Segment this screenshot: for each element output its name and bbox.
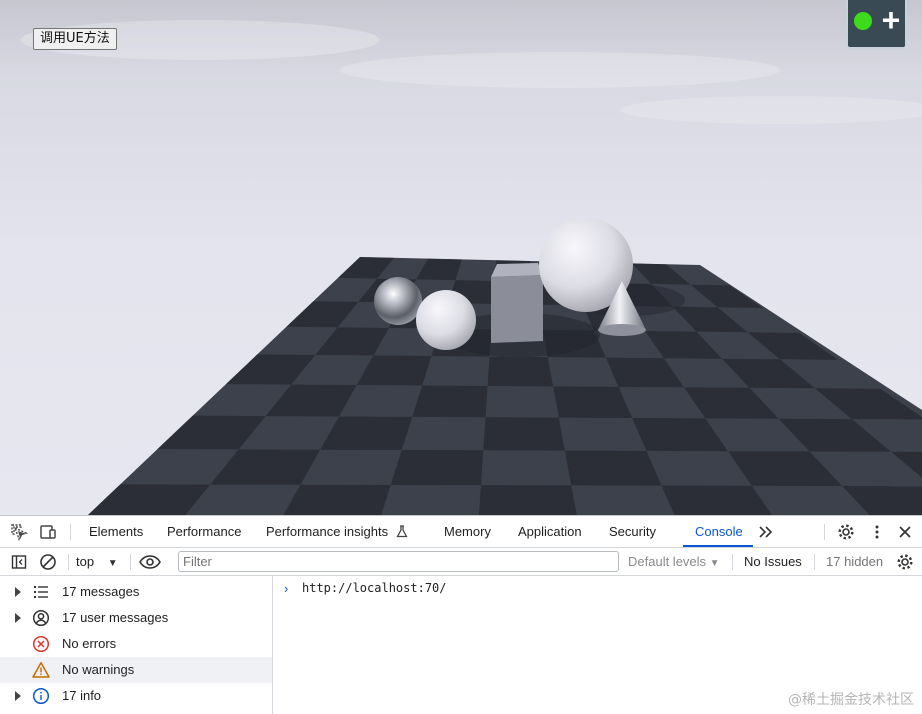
expand-arrow-icon[interactable] xyxy=(15,587,21,597)
divider xyxy=(814,554,815,570)
plus-icon[interactable]: + xyxy=(878,4,904,36)
tab-console[interactable]: Console xyxy=(695,516,743,548)
tab-security[interactable]: Security xyxy=(609,516,656,548)
watermark: @稀土掘金技术社区 xyxy=(788,692,914,708)
devtools-tabbar: Elements Performance Performance insight… xyxy=(0,516,922,548)
white-sphere-small xyxy=(416,290,476,350)
filter-input[interactable] xyxy=(178,551,619,572)
3d-scene xyxy=(0,0,922,515)
expand-arrow-icon[interactable] xyxy=(15,613,21,623)
floor-tile xyxy=(390,450,484,486)
log-levels-dropdown[interactable]: Default levels ▼ xyxy=(628,551,720,573)
issues-button[interactable]: No Issues xyxy=(744,551,802,573)
console-settings-gear-icon[interactable] xyxy=(895,552,915,572)
tab-application[interactable]: Application xyxy=(518,516,582,548)
console-sidebar: 17 messages 17 user messages No errors N… xyxy=(0,576,273,714)
divider xyxy=(824,524,825,540)
context-value: top xyxy=(76,554,95,569)
chrome-sphere xyxy=(374,277,422,325)
device-toolbar-icon[interactable] xyxy=(38,522,58,542)
user-circle-icon xyxy=(32,609,50,627)
floor-tile xyxy=(412,385,488,418)
active-tab-indicator xyxy=(683,545,753,547)
console-output[interactable]: › http://localhost:70/ @稀土掘金技术社区 xyxy=(274,576,922,714)
sidebar-item-label: 17 info xyxy=(62,688,102,703)
stream-control-widget[interactable]: + xyxy=(846,0,907,49)
sidebar-toggle-icon[interactable] xyxy=(9,552,29,572)
kebab-menu-icon[interactable] xyxy=(867,522,887,542)
clear-console-icon[interactable] xyxy=(38,552,58,572)
close-icon[interactable] xyxy=(895,522,915,542)
warning-icon xyxy=(32,661,50,679)
caret-down-icon: ▼ xyxy=(709,558,720,569)
context-select[interactable]: top ▼ xyxy=(76,551,118,573)
ue-viewport[interactable]: 调用UE方法 + xyxy=(0,0,922,515)
tab-label: Performance insights xyxy=(266,524,389,539)
devtools-panel: Elements Performance Performance insight… xyxy=(0,515,922,714)
console-message[interactable]: http://localhost:70/ xyxy=(302,581,447,595)
eye-icon[interactable] xyxy=(138,552,162,572)
sidebar-item-errors[interactable]: No errors xyxy=(0,631,272,657)
call-ue-method-button[interactable]: 调用UE方法 xyxy=(33,28,117,50)
floor-tile xyxy=(553,386,633,418)
sidebar-item-label: 17 messages xyxy=(62,584,140,599)
sidebar-item-info[interactable]: 17 info xyxy=(0,683,272,709)
tab-memory[interactable]: Memory xyxy=(444,516,491,548)
cube xyxy=(491,263,543,343)
sidebar-item-user-messages[interactable]: 17 user messages xyxy=(0,605,272,631)
divider xyxy=(732,554,733,570)
sidebar-item-messages[interactable]: 17 messages xyxy=(0,579,272,605)
console-toolbar: top ▼ Default levels ▼ No Issues 17 hidd… xyxy=(0,548,922,576)
tab-elements[interactable]: Elements xyxy=(89,516,143,548)
chevron-right-icon: › xyxy=(284,581,289,596)
info-icon xyxy=(32,687,50,705)
floor-tile xyxy=(483,417,565,451)
divider xyxy=(70,524,71,540)
error-icon xyxy=(32,635,50,653)
tab-performance[interactable]: Performance xyxy=(167,516,241,548)
sidebar-item-label: No warnings xyxy=(62,662,135,677)
divider xyxy=(68,554,69,570)
caret-down-icon: ▼ xyxy=(107,558,118,569)
tab-performance-insights[interactable]: Performance insights xyxy=(266,516,408,548)
hidden-count: 17 hidden xyxy=(826,554,884,569)
inspect-element-icon[interactable] xyxy=(9,522,29,542)
settings-gear-icon[interactable] xyxy=(836,522,856,542)
connection-status-dot xyxy=(854,12,872,30)
more-tabs-chevron-icon[interactable] xyxy=(756,522,776,542)
sidebar-item-label: No errors xyxy=(62,636,117,651)
sidebar-item-warnings[interactable]: No warnings xyxy=(0,657,272,683)
expand-arrow-icon[interactable] xyxy=(15,691,21,701)
flask-icon xyxy=(396,518,408,550)
divider xyxy=(130,554,131,570)
list-icon xyxy=(32,583,50,601)
floor-tile xyxy=(564,450,662,486)
floor-tile xyxy=(487,356,554,387)
sidebar-item-label: 17 user messages xyxy=(62,610,169,625)
levels-label: Default levels xyxy=(628,554,707,569)
floor-tile xyxy=(478,485,578,515)
